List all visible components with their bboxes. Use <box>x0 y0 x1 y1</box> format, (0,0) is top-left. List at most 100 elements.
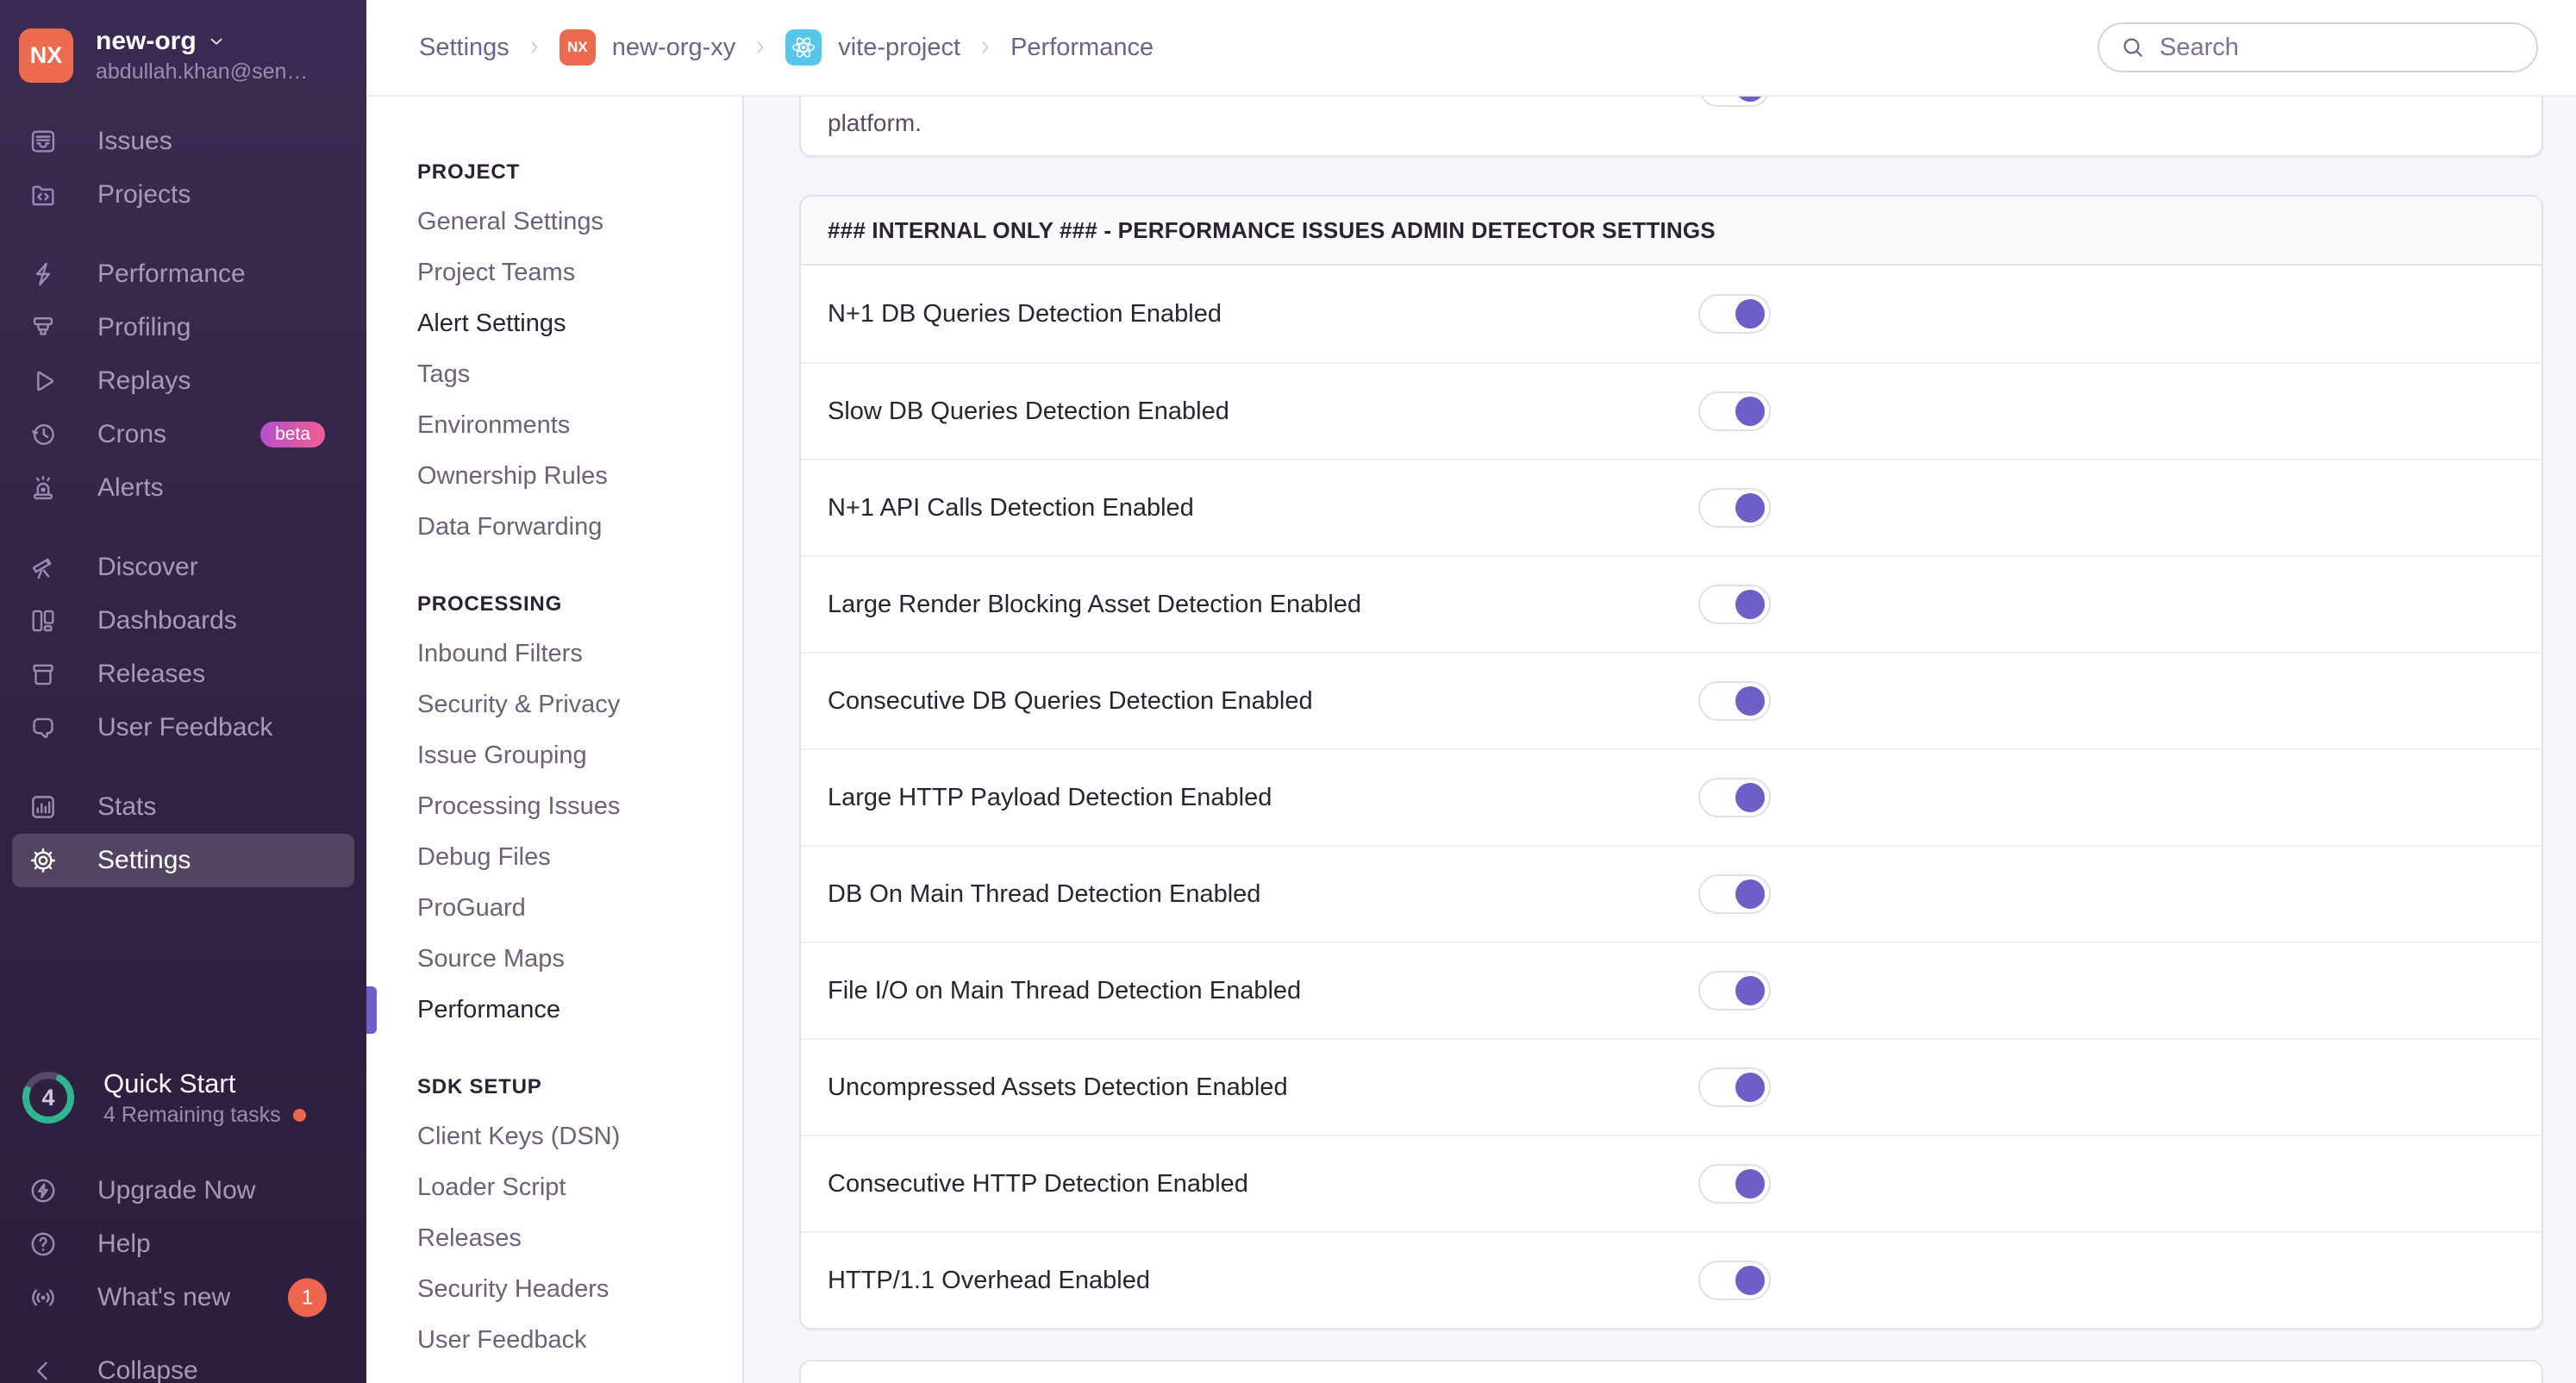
search-input[interactable] <box>2158 32 2519 63</box>
subnav-item[interactable]: Processing Issues <box>417 781 742 832</box>
clipped-toggle[interactable] <box>1698 97 1771 107</box>
subnav-item[interactable]: Inbound Filters <box>417 629 742 679</box>
subnav-item[interactable]: General Settings <box>417 197 742 247</box>
detector-label: N+1 DB Queries Detection Enabled <box>828 299 1222 328</box>
detector-toggle[interactable] <box>1698 1067 1771 1107</box>
sidebar-item-label: Issues <box>97 127 172 155</box>
breadcrumb-project[interactable]: vite-project <box>838 34 960 62</box>
sidebar-item-replays[interactable]: Replays <box>12 354 354 408</box>
subnav-section-title: SDK SETUP <box>417 1075 542 1098</box>
subnav-list: Inbound Filters Security & Privacy Issue… <box>366 629 742 1036</box>
detector-toggle[interactable] <box>1698 585 1771 624</box>
subnav-item[interactable]: Issue Grouping <box>417 730 742 781</box>
detector-label: Slow DB Queries Detection Enabled <box>828 397 1229 425</box>
subnav-item[interactable]: Project Teams <box>417 247 742 298</box>
detector-row: HTTP/1.1 Overhead Enabled <box>801 1231 2542 1328</box>
sidebar-item-label: Crons <box>97 420 167 448</box>
subnav-item[interactable]: Tags <box>417 349 742 400</box>
detector-toggle[interactable] <box>1698 971 1771 1011</box>
sidebar-item-performance[interactable]: Performance <box>12 247 354 301</box>
org-email: abdullah.khan@sen… <box>96 59 309 84</box>
sidebar-item-crons[interactable]: Crons beta <box>12 408 354 461</box>
sidebar-item-label: Dashboards <box>97 606 237 635</box>
detector-toggle[interactable] <box>1698 1164 1771 1204</box>
releases-icon <box>33 664 53 685</box>
chevron-left-icon <box>37 1361 47 1380</box>
sidebar-item-projects[interactable]: Projects <box>12 168 354 222</box>
sidebar-item-label: Projects <box>97 180 191 209</box>
gear-icon <box>30 848 56 873</box>
alerts-icon <box>33 476 53 500</box>
sidebar-item-label: Stats <box>97 792 157 821</box>
search-icon <box>2123 38 2142 57</box>
subnav-item[interactable]: Alert Settings <box>417 298 742 349</box>
sidebar-item-settings[interactable]: Settings <box>12 834 354 887</box>
sidebar-item-upgrade-now[interactable]: Upgrade Now <box>12 1164 354 1217</box>
sentry-settings-page: NX new-org abdullah.khan@sen… Issues Pro… <box>0 0 2576 1383</box>
sidebar-item-user-feedback[interactable]: User Feedback <box>12 701 354 754</box>
sidebar-item-label: What's new <box>97 1283 231 1311</box>
subnav-item-label: Security Headers <box>417 1275 610 1303</box>
sidebar-item-alerts[interactable]: Alerts <box>12 461 354 515</box>
subnav-item[interactable]: Source Maps <box>417 934 742 985</box>
sidebar-item-profiling[interactable]: Profiling <box>12 301 354 354</box>
subnav-section-sdk-setup: SDK SETUP Client Keys (DSN) Loader Scrip… <box>417 1067 742 1366</box>
sidebar-collapse-button[interactable]: Collapse <box>12 1344 354 1383</box>
quick-start[interactable]: 4 Quick Start 4 Remaining tasks <box>19 1067 306 1128</box>
detector-row: Slow DB Queries Detection Enabled <box>801 362 2542 459</box>
detector-toggle[interactable] <box>1698 391 1771 431</box>
detector-label: Consecutive HTTP Detection Enabled <box>828 1169 1248 1198</box>
detector-toggle[interactable] <box>1698 681 1771 721</box>
sidebar-item-issues[interactable]: Issues <box>12 115 354 168</box>
subnav-item-label: Data Forwarding <box>417 513 603 541</box>
org-switcher[interactable]: NX new-org abdullah.khan@sen… <box>0 0 366 84</box>
sidebar-item-stats[interactable]: Stats <box>12 780 354 834</box>
breadcrumb-settings[interactable]: Settings <box>419 34 510 62</box>
detector-toggle[interactable] <box>1698 1261 1771 1300</box>
subnav-item[interactable]: Data Forwarding <box>417 502 742 553</box>
subnav-item[interactable]: Debug Files <box>417 832 742 883</box>
broadcast-icon <box>32 1289 54 1306</box>
detector-label: Consecutive DB Queries Detection Enabled <box>828 686 1313 715</box>
subnav-item-label: Security & Privacy <box>417 691 621 718</box>
detector-row: N+1 API Calls Detection Enabled <box>801 459 2542 555</box>
subnav-section-title: PROCESSING <box>417 592 563 616</box>
subnav-item[interactable]: Loader Script <box>417 1162 742 1213</box>
breadcrumb-organization[interactable]: new-org-xy <box>612 34 735 62</box>
subnav-item[interactable]: Environments <box>417 400 742 451</box>
org-avatar-initials: NX <box>29 41 63 68</box>
breadcrumb-page: Performance <box>1010 33 1154 61</box>
subnav-item[interactable]: Client Keys (DSN) <box>417 1111 742 1162</box>
subnav-item-label: Project Teams <box>417 259 576 286</box>
crons-icon <box>31 424 54 445</box>
detector-toggle[interactable] <box>1698 488 1771 528</box>
sidebar-item-dashboards[interactable]: Dashboards <box>12 594 354 648</box>
subnav-item-label: Issue Grouping <box>417 742 587 769</box>
notification-dot <box>292 1109 306 1122</box>
subnav-item[interactable]: ProGuard <box>417 883 742 934</box>
subnav-item[interactable]: Performance <box>366 985 742 1036</box>
detector-toggle[interactable] <box>1698 778 1771 817</box>
settings-subnav: PROJECT General Settings Project Teams A… <box>366 97 744 1383</box>
detector-row: Consecutive HTTP Detection Enabled <box>801 1135 2542 1231</box>
chevron-right-icon <box>752 39 769 56</box>
subnav-item[interactable]: User Feedback <box>417 1315 742 1366</box>
sidebar-item-help[interactable]: Help <box>12 1217 354 1271</box>
search-box[interactable] <box>2098 22 2538 72</box>
subnav-item[interactable]: Security & Privacy <box>417 679 742 730</box>
detector-label: Large HTTP Payload Detection Enabled <box>828 783 1272 811</box>
detector-row: N+1 DB Queries Detection Enabled <box>801 266 2542 362</box>
org-mini-avatar: NX <box>559 29 596 66</box>
sidebar-item-whats-new[interactable]: What's new 1 <box>12 1271 354 1324</box>
sidebar-item-discover[interactable]: Discover <box>12 541 354 594</box>
subnav-item[interactable]: Security Headers <box>417 1264 742 1315</box>
fragment-description-text: platform. <box>828 110 922 136</box>
subnav-item[interactable]: Ownership Rules <box>417 451 742 502</box>
sidebar-item-releases[interactable]: Releases <box>12 648 354 701</box>
detector-toggle[interactable] <box>1698 294 1771 334</box>
subnav-item[interactable]: Releases <box>417 1213 742 1264</box>
help-icon <box>31 1232 55 1256</box>
subnav-section-processing: PROCESSING Inbound Filters Security & Pr… <box>366 584 742 1036</box>
chevron-right-icon <box>526 39 543 56</box>
detector-toggle[interactable] <box>1698 874 1771 914</box>
